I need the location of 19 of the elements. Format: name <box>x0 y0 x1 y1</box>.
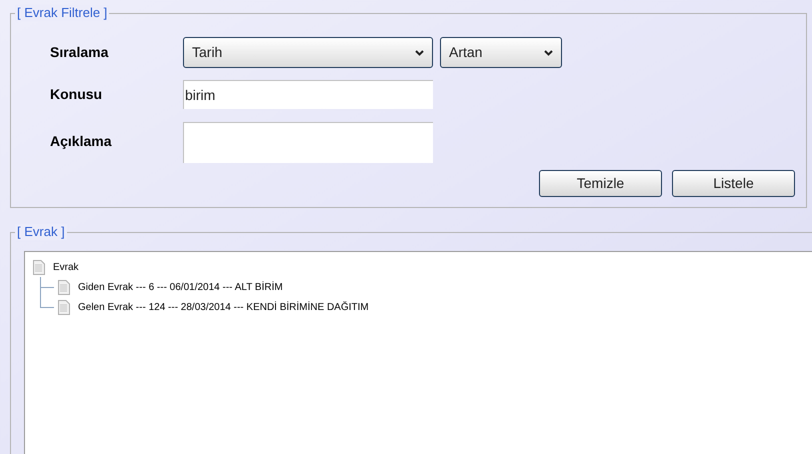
input-field[interactable]: birim <box>183 80 433 109</box>
document-icon <box>58 300 70 314</box>
tree-item[interactable]: Gelen Evrak --- 124 --- 28/03/2014 --- KENDİ BİRİMİNE DAĞITIM <box>78 300 369 314</box>
document-icon <box>58 280 70 294</box>
text-area[interactable] <box>183 122 433 163</box>
panel-legend: [ Evrak Filtrele ] <box>15 5 110 21</box>
field-label: Konusu <box>50 85 104 104</box>
document-icon <box>33 260 45 274</box>
field-label: Sıralama <box>50 43 110 62</box>
dropdown[interactable]: Artan <box>440 37 562 68</box>
field-label: Açıklama <box>50 132 113 151</box>
dropdown[interactable]: Tarih <box>183 37 433 68</box>
chevron-down-icon <box>544 50 553 56</box>
chevron-down-icon <box>415 50 424 56</box>
panel-legend: [ Evrak ] <box>15 224 67 240</box>
tree-item[interactable]: Evrak <box>53 260 79 274</box>
action-button[interactable]: Listele <box>672 170 795 197</box>
action-button[interactable]: Temizle <box>539 170 662 197</box>
tree-item[interactable]: Giden Evrak --- 6 --- 06/01/2014 --- ALT BİRİM <box>78 280 283 294</box>
